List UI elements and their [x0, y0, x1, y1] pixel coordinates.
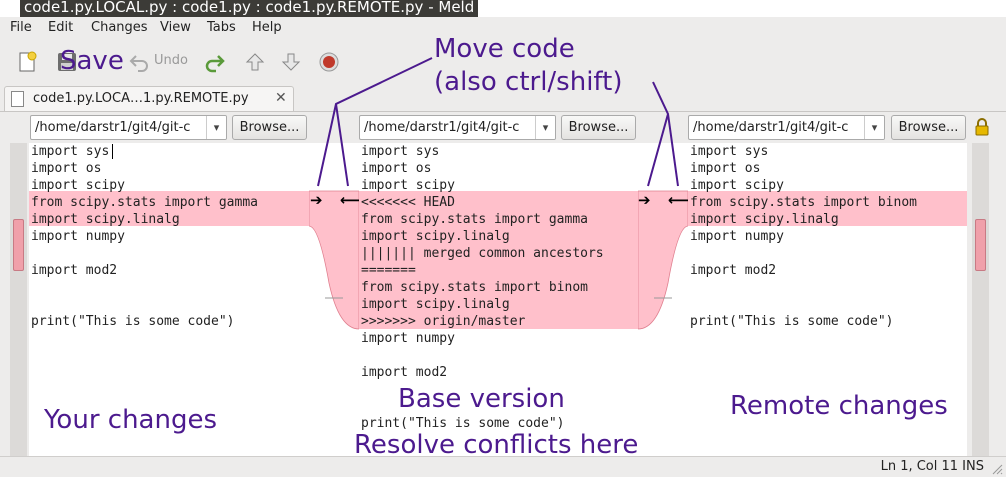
menu-file[interactable]: File — [10, 20, 32, 35]
redo-icon[interactable] — [204, 51, 226, 73]
right-link-gutter[interactable] — [638, 143, 688, 456]
annotation-your-changes: Your changes — [44, 405, 217, 435]
code-line: import numpy — [31, 229, 125, 244]
annotation-move-code-hint: (also ctrl/shift) — [434, 67, 623, 97]
code-line: ||||||| merged common ancestors — [361, 246, 604, 261]
chevron-down-icon[interactable]: ▾ — [535, 116, 555, 139]
local-path-combo[interactable]: /home/darstr1/git4/git-c ▾ — [30, 115, 227, 140]
annotation-resolve: Resolve conflicts here — [354, 430, 639, 460]
code-line: import scipy.linalg — [361, 229, 510, 244]
code-line: import mod2 — [690, 263, 777, 278]
base-path-combo[interactable]: /home/darstr1/git4/git-c ▾ — [359, 115, 556, 140]
code-line: print("This is some code") — [690, 314, 894, 329]
move-right-arrow-icon[interactable]: ➔ — [638, 193, 651, 208]
remote-path-combo[interactable]: /home/darstr1/git4/git-c ▾ — [688, 115, 885, 140]
code-line: import sys — [31, 144, 110, 159]
chevron-down-icon[interactable]: ▾ — [206, 116, 226, 139]
code-line: print("This is some code") — [31, 314, 235, 329]
left-link-gutter[interactable] — [309, 143, 359, 456]
code-line: import scipy — [31, 178, 125, 193]
code-line: <<<<<<< HEAD — [361, 195, 455, 210]
code-line: import scipy — [361, 178, 455, 193]
remote-path-value: /home/darstr1/git4/git-c — [693, 120, 849, 135]
code-line: from scipy.stats import gamma — [361, 212, 588, 227]
undo-button[interactable]: Undo — [154, 53, 188, 68]
menu-edit[interactable]: Edit — [48, 20, 73, 35]
annotation-base-version: Base version — [398, 384, 565, 414]
code-line: ======= — [361, 263, 416, 278]
code-line: from scipy.stats import gamma — [31, 195, 258, 210]
tab-divider — [0, 111, 1006, 112]
local-browse-button[interactable]: Browse... — [232, 115, 307, 140]
menu-changes[interactable]: Changes — [91, 20, 148, 35]
annotation-remote-changes: Remote changes — [730, 391, 948, 421]
stop-icon[interactable] — [318, 51, 340, 73]
remote-overview-bar[interactable] — [972, 143, 989, 456]
move-right-arrow-icon[interactable]: ➔ — [310, 193, 323, 208]
title-bar: code1.py.LOCAL.py : code1.py : code1.py.… — [0, 0, 1006, 17]
conflict-marker[interactable] — [975, 219, 986, 271]
code-line: import os — [361, 161, 432, 176]
chevron-down-icon[interactable]: ▾ — [864, 116, 884, 139]
lock-icon[interactable] — [974, 118, 990, 136]
code-line: from scipy.stats import binom — [690, 195, 917, 210]
close-icon[interactable]: ✕ — [275, 90, 287, 106]
tab-label: code1.py.LOCA…1.py.REMOTE.py — [33, 91, 249, 106]
menu-tabs[interactable]: Tabs — [207, 20, 236, 35]
new-comparison-icon[interactable] — [16, 51, 38, 73]
code-line: import sys — [361, 144, 440, 159]
menu-help[interactable]: Help — [252, 20, 282, 35]
annotation-save: Save — [60, 46, 124, 76]
code-line: import os — [31, 161, 102, 176]
code-line: import scipy.linalg — [690, 212, 839, 227]
menu-view[interactable]: View — [160, 20, 191, 35]
code-line: import sys — [690, 144, 769, 159]
move-left-arrow-icon[interactable]: ⟵ — [668, 193, 690, 208]
conflict-marker[interactable] — [13, 219, 24, 271]
local-overview-bar[interactable] — [10, 143, 27, 456]
code-line: import scipy.linalg — [31, 212, 180, 227]
code-line: from scipy.stats import binom — [361, 280, 588, 295]
code-line: >>>>>>> origin/master — [361, 314, 526, 329]
undo-icon[interactable] — [128, 51, 150, 73]
text-cursor — [112, 144, 113, 159]
resize-grip-icon[interactable] — [989, 461, 1003, 475]
annotation-move-code: Move code — [434, 34, 575, 64]
document-icon — [11, 91, 24, 107]
previous-change-icon[interactable] — [244, 51, 266, 73]
base-browse-button[interactable]: Browse... — [561, 115, 636, 140]
base-path-value: /home/darstr1/git4/git-c — [364, 120, 520, 135]
next-change-icon[interactable] — [280, 51, 302, 73]
local-path-value: /home/darstr1/git4/git-c — [35, 120, 191, 135]
code-line: import os — [690, 161, 761, 176]
code-line: import scipy — [690, 178, 784, 193]
tab-comparison[interactable]: code1.py.LOCA…1.py.REMOTE.py ✕ — [4, 86, 294, 112]
code-line: import scipy.linalg — [361, 297, 510, 312]
remote-browse-button[interactable]: Browse... — [891, 115, 966, 140]
code-line: import numpy — [361, 331, 455, 346]
code-line: import mod2 — [31, 263, 118, 278]
code-line: import numpy — [690, 229, 784, 244]
code-line: import mod2 — [361, 365, 448, 380]
cursor-position: Ln 1, Col 11 INS — [880, 459, 984, 474]
window-title: code1.py.LOCAL.py : code1.py : code1.py.… — [20, 0, 479, 17]
